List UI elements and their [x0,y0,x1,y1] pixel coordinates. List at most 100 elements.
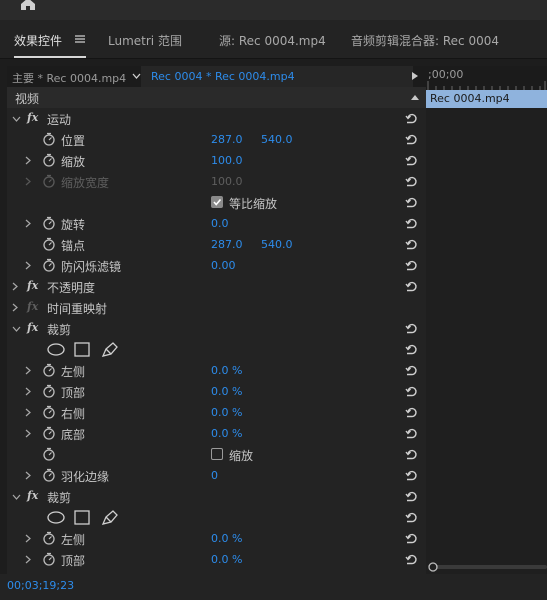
property-row-uniform-scale: 等比缩放 [7,192,426,213]
reset-icon[interactable] [405,322,418,335]
anchor-x-value[interactable]: 287.0 [211,238,243,251]
twirl-right-icon[interactable] [25,387,31,396]
twirl-right-icon[interactable] [25,408,31,417]
twirl-right-icon[interactable] [25,261,31,270]
reset-icon[interactable] [405,154,418,167]
reset-icon[interactable] [405,196,418,209]
stopwatch-icon[interactable] [42,384,56,398]
crop2-left-value[interactable]: 0.0 % [211,532,242,545]
reset-icon[interactable] [405,385,418,398]
reset-icon[interactable] [405,280,418,293]
twirl-right-icon[interactable] [25,219,31,228]
reset-icon[interactable] [405,532,418,545]
effect-row-motion: fx 运动 [7,108,426,129]
property-label-feather: 羽化边缘 [61,470,110,484]
video-section-header: 视频 [7,87,426,108]
stopwatch-icon[interactable] [42,468,56,482]
panel-menu-icon[interactable] [75,35,85,43]
property-row-feather: 羽化边缘 0 [7,465,426,486]
feather-value[interactable]: 0 [211,469,218,482]
fx-icon[interactable]: fx [27,321,38,334]
timeline-ruler[interactable]: ;00;00 [426,66,547,90]
crop-right-value[interactable]: 0.0 % [211,406,242,419]
reset-icon[interactable] [405,217,418,230]
uniform-scale-checkbox[interactable] [211,196,223,208]
property-row-scale: 缩放 100.0 [7,150,426,171]
active-tab-indicator [14,56,86,58]
stopwatch-icon[interactable] [42,405,56,419]
position-y-value[interactable]: 540.0 [261,133,293,146]
scale-width-value: 100.0 [211,175,243,188]
twirl-right-icon[interactable] [12,303,18,312]
reset-icon[interactable] [405,427,418,440]
effect-name-opacity: 不透明度 [47,281,96,295]
timeline-clip[interactable]: Rec 0004.mp4 [426,90,547,108]
twirl-down-icon[interactable] [12,326,21,332]
collapse-up-icon[interactable] [411,95,419,100]
property-row-crop2-top: 顶部 0.0 % [7,549,426,570]
twirl-right-icon[interactable] [25,429,31,438]
position-x-value[interactable]: 287.0 [211,133,243,146]
reset-icon[interactable] [405,511,418,524]
twirl-right-icon[interactable] [25,471,31,480]
show-timeline-toggle-icon[interactable] [412,72,418,80]
reset-icon[interactable] [405,364,418,377]
twirl-down-icon[interactable] [12,116,21,122]
stopwatch-icon[interactable] [42,447,56,461]
crop-zoom-checkbox[interactable] [211,448,223,460]
stopwatch-icon[interactable] [42,237,56,251]
stopwatch-icon[interactable] [42,531,56,545]
stopwatch-icon[interactable] [42,132,56,146]
stopwatch-icon[interactable] [42,426,56,440]
crop-bottom-value[interactable]: 0.0 % [211,427,242,440]
fx-icon[interactable]: fx [27,489,38,502]
property-row-anchor: 锚点 287.0 540.0 [7,234,426,255]
crop-top-value[interactable]: 0.0 % [211,385,242,398]
crop2-top-value[interactable]: 0.0 % [211,553,242,566]
reset-icon[interactable] [405,469,418,482]
crop-left-value[interactable]: 0.0 % [211,364,242,377]
reset-icon[interactable] [405,175,418,188]
home-icon[interactable] [19,0,37,10]
stopwatch-icon[interactable] [42,258,56,272]
reset-icon[interactable] [405,490,418,503]
stopwatch-icon[interactable] [42,153,56,167]
twirl-right-icon[interactable] [25,366,31,375]
uniform-scale-label: 等比缩放 [229,197,278,211]
stopwatch-icon[interactable] [42,363,56,377]
status-bar: 00;03;19;23 [0,574,547,600]
fx-icon[interactable]: fx [27,279,38,292]
twirl-right-icon[interactable] [25,156,31,165]
anchor-y-value[interactable]: 540.0 [261,238,293,251]
reset-icon[interactable] [405,133,418,146]
twirl-down-icon[interactable] [12,494,21,500]
fx-icon[interactable]: fx [27,111,38,124]
tab-audio-clip-mixer[interactable]: 音频剪辑混合器: Rec 0004 [351,32,499,49]
reset-icon[interactable] [405,406,418,419]
tab-source[interactable]: 源: Rec 0004.mp4 [219,32,326,49]
reset-icon[interactable] [405,553,418,566]
master-clip-label[interactable]: 主要 * Rec 0004.mp4 [12,70,126,86]
scale-value[interactable]: 100.0 [211,154,243,167]
reset-icon[interactable] [405,259,418,272]
property-label-bottom: 底部 [61,428,86,442]
property-row-position: 位置 287.0 540.0 [7,129,426,150]
timeline-zoom-scrollbar[interactable] [428,562,547,572]
clip-selector-bar: 主要 * Rec 0004.mp4 Rec 0004 * Rec 0004.mp… [7,66,426,87]
twirl-right-icon[interactable] [25,555,31,564]
stopwatch-icon[interactable] [42,552,56,566]
twirl-right-icon[interactable] [25,534,31,543]
tab-lumetri-scopes[interactable]: Lumetri 范围 [108,32,182,49]
reset-icon[interactable] [405,112,418,125]
rotation-value[interactable]: 0.0 [211,217,229,230]
twirl-right-icon[interactable] [12,282,18,291]
sequence-clip-tab[interactable]: Rec 0004 * Rec 0004.mp4 [141,66,413,87]
reset-icon[interactable] [405,238,418,251]
reset-icon[interactable] [405,448,418,461]
chevron-down-icon[interactable] [132,73,141,79]
current-timecode[interactable]: 00;03;19;23 [7,579,74,592]
reset-icon[interactable] [405,343,418,356]
flicker-value[interactable]: 0.00 [211,259,236,272]
tab-effect-controls[interactable]: 效果控件 [14,32,62,49]
stopwatch-icon[interactable] [42,216,56,230]
